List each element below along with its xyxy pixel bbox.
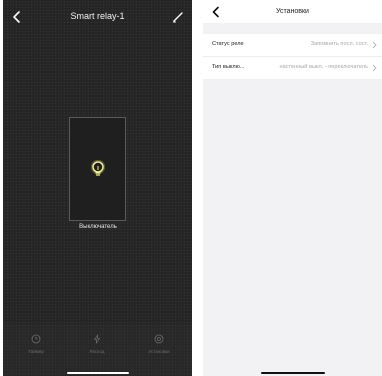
tab-timer[interactable]: Таймер <box>16 334 56 354</box>
home-indicator <box>67 372 129 374</box>
setting-value: настенный выкл. - переключатель <box>279 64 369 70</box>
setting-row-relay-status[interactable]: Статус реле Запомнить посл. сост. <box>203 34 382 56</box>
gear-icon <box>154 334 164 344</box>
setting-value: Запомнить посл. сост. <box>310 41 368 47</box>
tab-timer-label: Таймер <box>28 349 44 354</box>
edit-pencil-icon[interactable] <box>172 11 184 23</box>
tab-settings-label: Установки <box>148 349 170 354</box>
tab-settings[interactable]: Установки <box>139 334 179 354</box>
back-arrow-icon[interactable] <box>211 6 221 18</box>
switch-label: Выключатель <box>79 224 117 230</box>
setting-label: Статус реле <box>212 41 244 47</box>
device-title: Smart relay-1 <box>70 11 125 21</box>
tab-consumption[interactable]: Расход <box>77 334 117 354</box>
setting-row-switch-type[interactable]: Тип выклю... настенный выкл. - переключа… <box>203 56 382 79</box>
chevron-right-icon <box>372 64 377 72</box>
relay-screen: Smart relay-1 Выключатель Таймер Расход <box>3 0 192 376</box>
switch-toggle-card[interactable] <box>69 117 126 221</box>
settings-screen: Установки Статус реле Запомнить посл. со… <box>203 0 382 376</box>
page-title: Установки <box>276 8 309 15</box>
home-indicator <box>261 372 325 374</box>
clock-icon <box>31 334 41 344</box>
tab-consumption-label: Расход <box>89 349 105 354</box>
bolt-icon <box>94 334 100 344</box>
settings-header: Установки <box>203 0 382 23</box>
chevron-right-icon <box>372 41 377 49</box>
light-bulb-icon <box>91 160 105 176</box>
back-arrow-icon[interactable] <box>11 10 23 24</box>
setting-label: Тип выклю... <box>212 64 245 70</box>
